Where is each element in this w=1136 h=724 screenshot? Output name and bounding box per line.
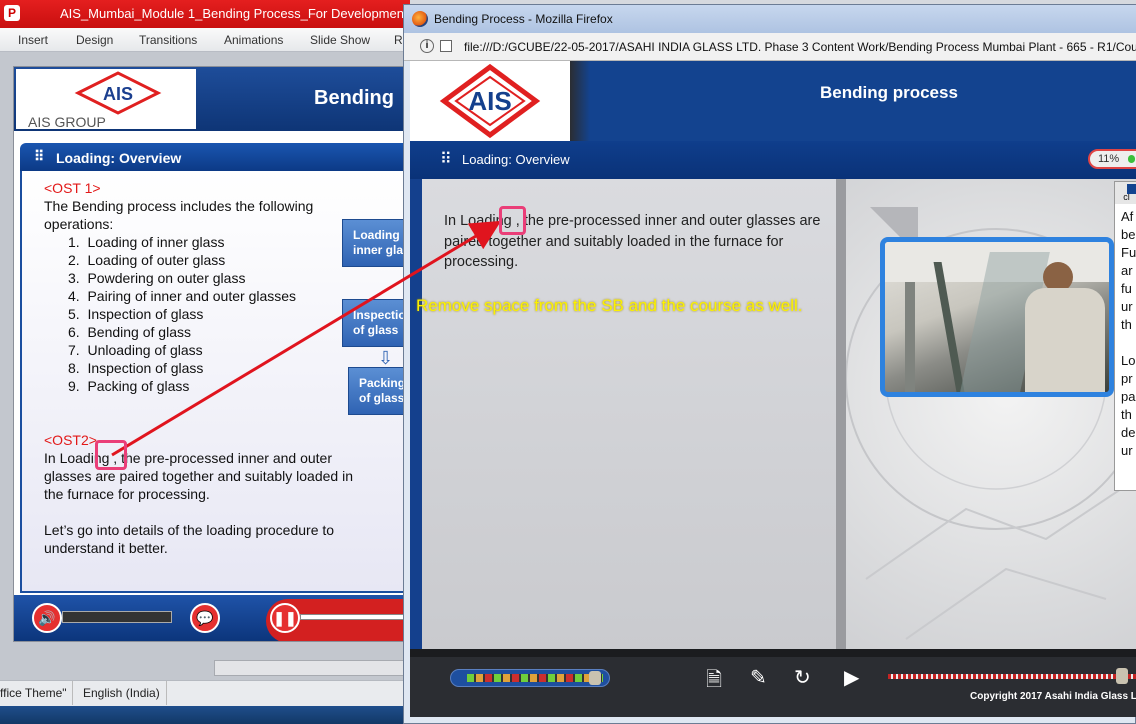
course-player: AIS Bending process ⠿ Loading: Overview … (410, 61, 1136, 717)
operations-list: 1. Loading of inner glass 2. Loading of … (68, 233, 348, 395)
slide-canvas[interactable]: AIS AIS GROUP Bending ⠿ Loading: Overvie… (13, 66, 410, 642)
list-item: 5. Inspection of glass (68, 306, 204, 322)
photo-frame (880, 237, 1114, 397)
windows-taskbar (0, 706, 410, 724)
volume-bars (467, 674, 603, 682)
chat-icon[interactable]: 💬 (190, 603, 220, 633)
course-section-bar: ⠿ Loading: Overview 11% (410, 141, 1136, 179)
slide-header-title: Bending (314, 87, 394, 109)
ribbon-tab-insert[interactable]: Insert (18, 33, 48, 47)
powerpoint-app-icon[interactable]: P (4, 5, 20, 21)
grid-icon: ⠿ (440, 151, 452, 168)
edit-icon[interactable]: ✎ (750, 665, 767, 690)
ost2-text: In Loading , the pre-processed inner and… (44, 450, 353, 502)
page-icon (440, 40, 452, 52)
flow-box-loading: Loading inner gla (342, 219, 409, 267)
firefox-window: Bending Process - Mozilla Firefox i file… (403, 4, 1136, 724)
list-item: 1. Loading of inner glass (68, 234, 225, 250)
progress-fill (1128, 155, 1135, 163)
ribbon-tab-slideshow[interactable]: Slide Show (310, 33, 370, 47)
slide-logo: AIS AIS GROUP (16, 69, 196, 130)
volume-knob[interactable] (589, 671, 601, 685)
ppt-window-title: AIS_Mumbai_Module 1_Bending Process_For … (60, 6, 433, 21)
ppt-statusbar: ffice Theme" English (India) (0, 680, 410, 706)
ost1-label: <OST 1> (44, 180, 101, 196)
side-text: Af be Fu ar fu ur th Lo pr pa th de ur (1121, 209, 1136, 458)
header-divider (570, 61, 590, 141)
course-header: AIS Bending process (410, 61, 1136, 141)
slide-section-bar: ⠿ Loading: Overview (20, 143, 409, 171)
grid-icon: ⠿ (34, 148, 44, 164)
firefox-icon (412, 11, 428, 27)
ost2-follow-text: Let’s go into details of the loading pro… (44, 522, 335, 556)
ppt-ribbon: Insert Design Transitions Animations Sli… (0, 28, 410, 52)
ais-logo-icon: AIS (439, 63, 541, 139)
pause-icon[interactable]: ❚❚ (270, 603, 300, 633)
panel-divider (836, 179, 846, 657)
photo-pillar (905, 282, 915, 392)
ppt-titlebar: P AIS_Mumbai_Module 1_Bending Process_Fo… (0, 0, 433, 28)
status-theme: ffice Theme" (0, 686, 67, 700)
progress-indicator: 11% (1088, 149, 1136, 169)
slide-body: <OST 1> The Bending process includes the… (20, 171, 409, 593)
slide-progress-slider[interactable] (300, 614, 409, 620)
progress-label: 11% (1098, 153, 1120, 165)
slide-header: AIS AIS GROUP Bending (14, 67, 409, 131)
list-item: 8. Inspection of glass (68, 360, 204, 376)
worker-photo (885, 242, 1109, 392)
highlight-box-course (499, 206, 526, 235)
ppt-horizontal-scrollbar[interactable] (214, 660, 410, 676)
status-divider (72, 681, 73, 705)
slide-intro-text: The Bending process includes the followi… (44, 198, 314, 232)
replay-icon[interactable]: ↻ (794, 665, 811, 690)
copyright-text: Copyright 2017 Asahi India Glass Limit (970, 691, 1136, 702)
slide-section-title: Loading: Overview (56, 150, 182, 166)
ribbon-tab-animations[interactable]: Animations (224, 33, 283, 47)
status-divider (166, 681, 167, 705)
course-footer: 🗎 ✎ ↻ ▶ Copyright 2017 Asahi India Glass… (410, 657, 1136, 717)
course-text-panel: In Loading , the pre-processed inner and… (422, 179, 836, 657)
firefox-urlbar[interactable]: i file:///D:/GCUBE/22-05-2017/ASAHI INDI… (404, 33, 1136, 61)
course-logo-text: AIS (468, 86, 511, 116)
course-logo: AIS (410, 61, 570, 141)
side-header-icon (1127, 184, 1136, 194)
firefox-titlebar: Bending Process - Mozilla Firefox (404, 5, 1136, 33)
flow-arrow-icon: ⇩ (378, 348, 394, 368)
list-item: 3. Powdering on outer glass (68, 270, 246, 286)
url-text[interactable]: file:///D:/GCUBE/22-05-2017/ASAHI INDIA … (464, 40, 1136, 54)
speaker-icon[interactable]: 🔊 (32, 603, 62, 633)
list-item: 9. Packing of glass (68, 378, 190, 394)
firefox-window-title: Bending Process - Mozilla Firefox (434, 12, 613, 26)
play-icon[interactable]: ▶ (844, 665, 859, 690)
course-header-title: Bending process (820, 83, 958, 102)
ribbon-tab-design[interactable]: Design (76, 33, 113, 47)
info-icon[interactable]: i (420, 39, 434, 53)
list-item: 2. Loading of outer glass (68, 252, 226, 268)
flow-box-inspection: Inspectio of glass (342, 299, 409, 347)
volume-slider[interactable] (62, 611, 172, 623)
ribbon-tab-review[interactable]: R (394, 33, 403, 47)
ost2-label: <OST2> (44, 432, 97, 448)
course-section-title: Loading: Overview (462, 152, 570, 167)
notes-icon[interactable]: 🗎 (706, 665, 722, 699)
timeline-slider[interactable] (888, 674, 1136, 679)
list-item: 4. Pairing of inner and outer glasses (68, 288, 297, 304)
annotation-comment: Remove space from the SB and the course … (416, 296, 803, 315)
list-item: 6. Bending of glass (68, 324, 191, 340)
status-language[interactable]: English (India) (83, 686, 160, 700)
slide-logo-sub: AIS GROUP (28, 114, 106, 129)
slide-footer: 🔊 💬 ❚❚ (14, 595, 409, 641)
course-bottom-strip (410, 649, 1136, 657)
slide-logo-text: AIS (103, 84, 133, 104)
flow-box-packing: Packing of glass (348, 367, 409, 415)
side-text-panel: cl Af be Fu ar fu ur th Lo pr pa th de u… (1114, 181, 1136, 491)
volume-control[interactable] (450, 669, 610, 687)
ais-logo-icon: AIS AIS GROUP (28, 71, 162, 130)
highlight-box-slide (95, 440, 127, 470)
photo-worker-body (1025, 288, 1105, 392)
list-item: 7. Unloading of glass (68, 342, 203, 358)
ribbon-tab-transitions[interactable]: Transitions (139, 33, 197, 47)
timeline-knob[interactable] (1116, 668, 1128, 684)
